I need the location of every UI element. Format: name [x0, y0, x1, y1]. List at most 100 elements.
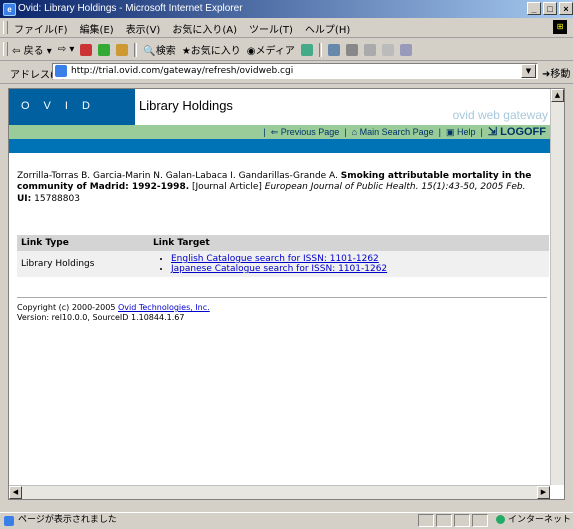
link-type-cell: Library Holdings	[17, 251, 149, 277]
standard-toolbar: ⇦ 戻る ▾ ⇨ ▾ 🔍検索 ★お気に入り ◉メディア	[0, 38, 573, 61]
column-header-link-type: Link Type	[17, 235, 149, 251]
main-search-link[interactable]: ⌂ Main Search Page	[352, 125, 434, 139]
print-icon[interactable]	[345, 43, 358, 56]
mail-icon[interactable]	[327, 43, 340, 56]
main-search-label: Main Search Page	[359, 127, 434, 137]
status-pane	[454, 514, 470, 527]
gateway-label: ovid web gateway	[452, 108, 548, 122]
divider	[134, 42, 138, 57]
address-input[interactable]: http://trial.ovid.com/gateway/refresh/ov…	[52, 63, 538, 79]
english-catalogue-link[interactable]: English Catalogue search for ISSN: 1101-…	[171, 254, 379, 264]
link-target-list: English Catalogue search for ISSN: 1101-…	[153, 254, 545, 274]
address-dropdown-button[interactable]: ▼	[521, 64, 536, 78]
table-header-row: Link Type Link Target	[17, 235, 549, 251]
page-icon	[4, 516, 14, 526]
ovid-header: OVID Library Holdings ovid web gateway	[9, 89, 552, 125]
discuss-icon[interactable]	[381, 43, 394, 56]
logoff-label: LOGOFF	[500, 126, 546, 138]
home-icon: ⌂	[351, 127, 358, 137]
ui-line: UI: 15788803	[17, 194, 547, 205]
stop-icon[interactable]	[80, 43, 93, 56]
divider: |	[480, 127, 483, 137]
copyright-text: Copyright (c) 2000-2005	[17, 303, 116, 312]
divider: |	[438, 127, 441, 137]
scroll-right-button[interactable]: ▶	[537, 486, 550, 499]
vertical-scrollbar[interactable]: ▲	[550, 89, 564, 485]
go-button[interactable]: ➜移動	[542, 65, 570, 80]
window-titlebar: e Ovid: Library Holdings - Microsoft Int…	[0, 0, 573, 18]
menu-file[interactable]: ファイル(F)	[14, 21, 68, 36]
status-bar: ページが表示されました インターネット	[0, 512, 573, 529]
back-label: 戻る	[23, 46, 44, 57]
search-icon: 🔍	[143, 46, 156, 57]
media-label: メディア	[255, 46, 295, 57]
citation-journal: European Journal of Public Health. 15(1)…	[264, 182, 526, 192]
media-button[interactable]: ◉メディア	[247, 42, 295, 57]
divider: |	[263, 127, 266, 137]
footer-divider	[17, 297, 547, 298]
edit-icon[interactable]	[363, 43, 376, 56]
history-icon[interactable]	[300, 43, 313, 56]
link-table: Link Type Link Target Library Holdings E…	[17, 235, 549, 277]
citation: Zorrilla-Torras B. Garcia-Marin N. Galan…	[17, 171, 547, 205]
page-title: Library Holdings	[139, 98, 233, 113]
logoff-link[interactable]: ⇲ LOGOFF	[488, 125, 546, 139]
help-link[interactable]: ▣ Help	[446, 125, 476, 139]
help-label: Help	[457, 127, 476, 137]
forward-button[interactable]: ⇨ ▾	[58, 44, 75, 55]
horizontal-scrollbar[interactable]: ◀ ▶	[9, 485, 550, 499]
list-item: English Catalogue search for ISSN: 1101-…	[171, 254, 545, 264]
status-pane	[472, 514, 488, 527]
blue-divider-bar	[9, 139, 552, 153]
menu-tools[interactable]: ツール(T)	[249, 21, 293, 36]
maximize-button[interactable]: □	[543, 2, 557, 15]
scroll-left-button[interactable]: ◀	[9, 486, 22, 499]
ovid-technologies-link[interactable]: Ovid Technologies, Inc.	[118, 303, 210, 312]
menu-favorites[interactable]: お気に入り(A)	[172, 21, 237, 36]
japanese-catalogue-link[interactable]: Japanese Catalogue search for ISSN: 1101…	[171, 264, 387, 274]
previous-page-link[interactable]: ⇐ Previous Page	[271, 125, 340, 139]
ie-icon: e	[3, 3, 16, 16]
divider	[318, 42, 322, 57]
back-button[interactable]: ⇦ 戻る ▾	[12, 42, 52, 57]
address-bar: アドレス(D) http://trial.ovid.com/gateway/re…	[0, 61, 573, 84]
menu-help[interactable]: ヘルプ(H)	[305, 21, 350, 36]
citation-authors: Zorrilla-Torras B. Garcia-Marin N. Galan…	[17, 171, 338, 181]
go-label: 移動	[550, 69, 571, 80]
home-icon[interactable]	[116, 43, 129, 56]
link-target-cell: English Catalogue search for ISSN: 1101-…	[149, 251, 549, 277]
nav-bar: | ⇐ Previous Page | ⌂ Main Search Page |…	[9, 125, 552, 139]
menu-view[interactable]: 表示(V)	[126, 21, 161, 36]
address-url: http://trial.ovid.com/gateway/refresh/ov…	[71, 66, 294, 76]
window-title: Ovid: Library Holdings - Microsoft Inter…	[18, 3, 243, 14]
previous-page-label: Previous Page	[280, 127, 340, 137]
citation-type: [Journal Article]	[192, 182, 262, 192]
zone-label: インターネット	[508, 515, 572, 525]
table-row: Library Holdings English Catalogue searc…	[17, 251, 549, 277]
minimize-button[interactable]: _	[527, 2, 541, 15]
messenger-icon[interactable]	[399, 43, 412, 56]
scroll-up-button[interactable]: ▲	[551, 89, 564, 102]
footer: Copyright (c) 2000-2005 Ovid Technologie…	[17, 303, 210, 323]
menu-bar: ファイル(F) 編集(E) 表示(V) お気に入り(A) ツール(T) ヘルプ(…	[0, 18, 573, 38]
ui-value: 15788803	[34, 194, 80, 204]
search-button[interactable]: 🔍検索	[143, 42, 175, 57]
favorites-label: お気に入り	[190, 46, 241, 57]
status-message: ページが表示されました	[18, 515, 117, 525]
status-pane	[436, 514, 452, 527]
favorites-icon: ★	[181, 46, 191, 57]
logoff-icon: ⇲	[487, 126, 498, 138]
back-arrow-icon: ⇦	[12, 46, 21, 57]
favorites-button[interactable]: ★お気に入り	[182, 42, 241, 57]
refresh-icon[interactable]	[98, 43, 111, 56]
ui-label: UI:	[17, 194, 32, 204]
menu-edit[interactable]: 編集(E)	[80, 21, 114, 36]
security-zone: インターネット	[496, 513, 571, 528]
toolbar-grip	[3, 21, 8, 34]
ovid-logo: OVID	[9, 89, 135, 125]
version-text: Version: rel10.0.0, SourceID 1.10844.1.6…	[17, 313, 185, 322]
list-item: Japanese Catalogue search for ISSN: 1101…	[171, 264, 545, 274]
close-button[interactable]: ×	[559, 2, 573, 15]
back-arrow-icon: ⇐	[270, 127, 279, 137]
media-icon: ◉	[246, 46, 256, 57]
